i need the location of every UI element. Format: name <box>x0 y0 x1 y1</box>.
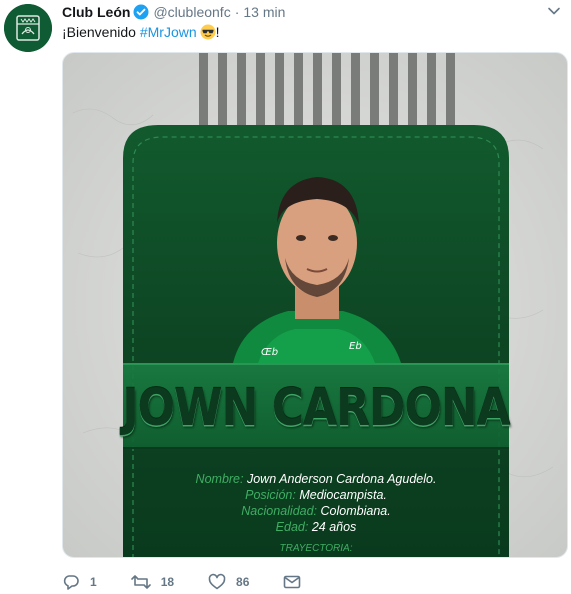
club-logo-icon <box>4 4 52 52</box>
like-button[interactable]: 86 <box>208 573 249 591</box>
separator-dot: · <box>234 4 240 20</box>
tweet-text-prefix: ¡Bienvenido <box>62 24 140 40</box>
info-label: Nombre: <box>195 472 244 486</box>
player-name-title: JOWN CARDONA <box>122 379 510 438</box>
tweet-text-suffix: ! <box>215 24 220 40</box>
like-count: 86 <box>236 575 250 589</box>
info-row-posicion: Posición: Mediocampista. <box>63 487 567 503</box>
tweet-text: ¡Bienvenido #MrJown! <box>62 23 220 41</box>
tweet: Club León @clubleonfc · 13 min ¡Bienveni… <box>0 0 571 594</box>
display-name[interactable]: Club León <box>62 4 130 20</box>
info-label: Nacionalidad: <box>241 504 318 518</box>
retweet-icon <box>130 575 151 589</box>
player-info: Nombre: Jown Anderson Cardona Agudelo. P… <box>63 471 567 535</box>
caret-down-icon[interactable] <box>547 6 561 16</box>
timestamp[interactable]: 13 min <box>243 4 285 20</box>
trayectoria-heading: TRAYECTORIA: <box>279 543 353 554</box>
reply-icon <box>63 575 79 590</box>
reply-button[interactable]: 1 <box>62 573 97 591</box>
info-value: 24 años <box>311 520 357 534</box>
tweet-media-image[interactable]: Œb Eb JOWN CARDONA Nombre: Jown Anderson… <box>62 52 568 558</box>
handle[interactable]: @clubleonfc <box>153 4 230 20</box>
info-row-nombre: Nombre: Jown Anderson Cardona Agudelo. <box>63 471 567 487</box>
retweet-button[interactable]: 18 <box>130 573 175 591</box>
reply-count: 1 <box>90 575 97 589</box>
tweet-actions: 1 18 86 <box>62 572 335 592</box>
avatar[interactable] <box>4 4 52 52</box>
info-row-edad: Edad: 24 años <box>63 519 567 535</box>
tweet-header: Club León @clubleonfc · 13 min <box>62 2 285 22</box>
sunglasses-emoji-icon <box>200 24 216 40</box>
like-icon <box>208 573 226 590</box>
info-row-nacionalidad: Nacionalidad: Colombiana. <box>63 503 567 519</box>
svg-text:Œb: Œb <box>261 347 278 358</box>
info-value: Jown Anderson Cardona Agudelo. <box>246 472 437 486</box>
info-label: Posición: <box>245 488 296 502</box>
direct-message-button[interactable] <box>283 573 301 591</box>
info-value: Mediocampista. <box>299 488 387 502</box>
svg-text:Eb: Eb <box>349 341 362 352</box>
message-icon <box>284 575 301 589</box>
info-value: Colombiana. <box>320 504 391 518</box>
hashtag-link[interactable]: #MrJown <box>140 24 197 40</box>
info-label: Edad: <box>275 520 309 534</box>
retweet-count: 18 <box>160 575 175 589</box>
verified-icon <box>133 4 149 20</box>
